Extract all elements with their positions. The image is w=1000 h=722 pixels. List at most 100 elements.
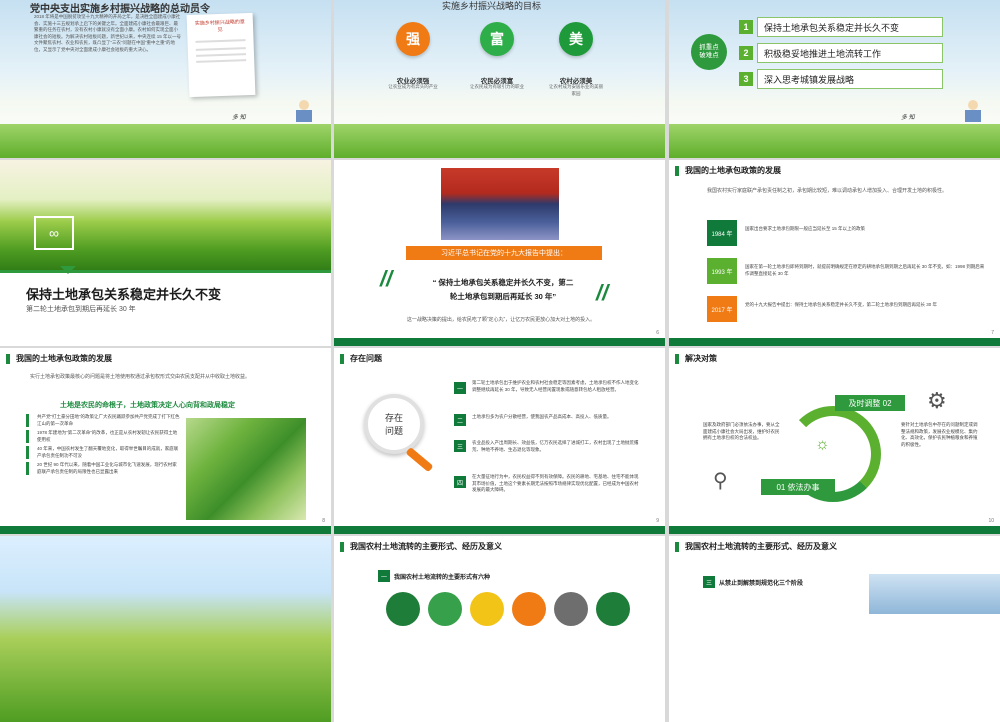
magnifier-icon: 存在 问题 (364, 394, 424, 454)
problem-number-1: 一 (454, 382, 466, 394)
problem-number-3: 三 (454, 440, 466, 452)
document-image: 实施乡村振兴战略的意见 (186, 12, 256, 98)
item-number-3: 3 (739, 72, 753, 86)
slide1-body: 2018 年将是中国脱贫攻坚十九大精神的开局之年，是决胜全面建成小康社会、实施十… (34, 14, 182, 52)
quote-mark-left: // (380, 266, 393, 291)
goal-desc-strong: 让农业成为有奔头的产业 (388, 84, 438, 89)
glass-text-1: 存在 (384, 413, 403, 423)
form-circle (470, 592, 504, 626)
page-number: 6 (656, 330, 659, 336)
slide-header: 我国农村土地流转的主要形式、经历及意义 (340, 542, 502, 552)
slide-policy-development[interactable]: 我国的土地承包政策的发展 我国农村实行家庭联产承包责任制之初，承包期比较短，难以… (669, 160, 1000, 346)
scarecrow-icon (965, 100, 981, 130)
bullet-item: 1978 年建地为“第二次革命”的改革，也正是从农村发轫让农民获得土地使用权 (26, 430, 180, 443)
bullet-item: 40 年来，中国农村发生了翻天覆地变化，取得举世瞩目的成就，家庭联产承包责任制功… (26, 446, 180, 459)
goal-desc-rich: 让农民成为有吸引力的职业 (470, 84, 524, 89)
form-circle (428, 592, 462, 626)
item-number-2: 2 (739, 46, 753, 60)
policy-2017-text: 党的十九大报告中提出：保持土地承包关系稳定并长久不变，第二轮土地承包到期后再延长… (745, 302, 938, 307)
solution-left-text: 国家及政府部门必须依法办事，要从全面建成小康社会大局出发，维护好农民拥有土地承包… (703, 422, 780, 440)
grass-strip (334, 124, 665, 158)
solution-right-text: 要针对土地承包中存在的问题制定或调整法规和政策，发展农业规模化、集约化、高效化，… (901, 422, 978, 447)
policy-intro: 我国农村实行家庭联产承包责任制之初，承包期比较短，难以调动承包人增加投入、合理开… (707, 188, 948, 194)
report-banner: 习近平总书记在党的十九大报告中提出： (406, 246, 602, 260)
badge-key-points: 抓重点 破难点 (691, 34, 727, 70)
slide1-title: 党中央支出实施乡村振兴战略的总动员令 (30, 4, 210, 15)
form-circle (554, 592, 588, 626)
field-photo (0, 536, 331, 722)
slide-solutions[interactable]: 解决对策 国家及政府部门必须依法办事，要从全面建成小康社会大局出发，维护好农民拥… (669, 348, 1000, 534)
congress-photo (441, 168, 559, 240)
grass-strip (0, 124, 331, 158)
policy-core-intro: 实行土地承包政策最核心的问题是将土地使用权通过承包权形式交由农民支配并从中收取土… (30, 374, 251, 380)
badge-text: 抓重点 破难点 (699, 44, 719, 59)
quote-line-2: 轮土地承包到期后再延长 30 年” (449, 292, 557, 301)
year-box-2017: 2017 年 (707, 296, 737, 322)
slide-village-mobilization[interactable]: 党中央支出实施乡村振兴战略的总动员令 2018 年将是中国脱贫攻坚十九大精神的开… (0, 0, 331, 158)
slide-footer (334, 338, 665, 346)
grass-strip (669, 124, 1000, 158)
policy-1984-text: 国家出台要求土地承包期限一般应当延长至 15 年以上的政策 (745, 226, 866, 231)
page-number: 9 (656, 518, 659, 524)
goal-circle-beautiful: 美 (559, 22, 593, 56)
slide-header: 存在问题 (340, 354, 382, 364)
form-circle (386, 592, 420, 626)
section-subtitle: 第二轮土地承包到期后再延长 30 年 (26, 306, 136, 313)
page-number: 10 (988, 518, 994, 524)
section-title: 保持土地承包关系稳定并长久不变 (26, 287, 222, 302)
bullet-item: 20 世纪 90 年代以来，随着中国工业化与城市化飞速发展，现行农村家庭联产承包… (26, 462, 180, 475)
problem-text-2: 土地承包多为农户分散经营，使我国农产品高成本、高投入、低质量。 (472, 414, 612, 419)
bullet-list: 共产党“打土豪分田地”的政策让广大农民踊跃参加共产党完成了打下红色江山的第一次革… (26, 414, 180, 475)
policy-1993-text: 国家在第一轮土地承包即将到期时，就提前明确规定在原定的耕地承包期到期之后再延长 … (745, 264, 985, 276)
item-text-2: 积极稳妥地推进土地流转工作 (757, 43, 943, 63)
sub-heading: 从禁止到解禁到规范化三个阶段 (719, 581, 804, 587)
sub-heading: 我国农村土地流转的主要形式有六种 (394, 575, 491, 581)
terraced-fields-photo (186, 418, 306, 520)
goal-circle-rich: 富 (480, 22, 514, 56)
slide-header: 解决对策 (675, 354, 717, 364)
item-number-1: 1 (739, 20, 753, 34)
gear-icon: ⚙ (927, 388, 947, 413)
document-label: 实施乡村振兴战略的意见 (194, 19, 245, 34)
slide-footer (334, 526, 665, 534)
item-text-1: 保持土地承包关系稳定并长久不变 (757, 17, 943, 37)
bullet-item: 共产党“打土豪分田地”的政策让广大农民踊跃参加共产党完成了打下红色江山的第一次革… (26, 414, 180, 427)
slide2-title: 实施乡村振兴战略的目标 (442, 1, 542, 11)
landscape-photo (869, 574, 1000, 614)
slide-section-field[interactable] (0, 536, 331, 722)
problem-number-2: 二 (454, 414, 466, 426)
search-icon: ⚲ (713, 470, 728, 492)
slide-report-quote[interactable]: 习近平总书记在党的十九大报告中提出： // // “ 保持土地承包关系稳定并长久… (334, 160, 665, 346)
slide3-signature: 多 知 (901, 115, 915, 121)
quote-commentary: 这一战略决策的提出，给农民吃了颗“定心丸”，让亿万农民更放心加大对土地的投入。 (406, 317, 596, 323)
page-number: 7 (991, 330, 994, 336)
slide-footer (0, 526, 331, 534)
slide-land-transfer-forms[interactable]: 我国农村土地流转的主要形式、经历及意义 一 我国农村土地流转的主要形式有六种 (334, 536, 665, 722)
goal-desc-beautiful: 让农村成为安居乐业的美丽家园 (549, 84, 603, 96)
slide-header: 我国的土地承包政策的发展 (675, 166, 781, 176)
slide-footer (669, 338, 1000, 346)
problem-number-4: 四 (454, 476, 466, 488)
year-box-1993: 1993 年 (707, 258, 737, 284)
slide-key-points[interactable]: 抓重点 破难点 1 保持土地承包关系稳定并长久不变 2 积极稳妥地推进土地流转工… (669, 0, 1000, 158)
item-text-3: 深入思考城镇发展战略 (757, 69, 943, 89)
form-circle (512, 592, 546, 626)
slide-revitalization-goals[interactable]: 实施乡村振兴战略的目标 强 富 美 农业必须强 农民必须富 农村必须美 让农业成… (334, 0, 665, 158)
lightbulb-icon: ☼ (815, 436, 830, 453)
problem-text-1: 第二轮土地承包出于维护农业和农村社会稳定等因素考虑，土地承包权不作人地变化调整继… (472, 380, 639, 392)
slide-policy-core[interactable]: 我国的土地承包政策的发展 实行土地承包政策最核心的问题是将土地使用权通过承包权形… (0, 348, 331, 534)
label-adjust: 及时调整 02 (835, 395, 905, 411)
glass-text-2: 问题 (384, 426, 403, 436)
section-divider (0, 270, 331, 273)
slide-existing-problems[interactable]: 存在问题 存在 问题 一 第二轮土地承包出于维护农业和农村社会稳定等因素考虑，土… (334, 348, 665, 534)
form-circle (596, 592, 630, 626)
slide-land-transfer-stages[interactable]: 我国农村土地流转的主要形式、经历及意义 三 从禁止到解禁到规范化三个阶段 (669, 536, 1000, 722)
policy-highlight: 土地是农民的命根子，土地政策决定人心向背和政局稳定 (60, 402, 235, 409)
sub-number: 一 (378, 570, 390, 582)
section-icon-frame: ∞ (34, 216, 74, 250)
sub-number: 三 (703, 576, 715, 588)
goal-circle-strong: 强 (396, 22, 430, 56)
scarecrow-icon (296, 100, 312, 130)
slide-section-land-contract[interactable]: ∞ 保持土地承包关系稳定并长久不变 第二轮土地承包到期后再延长 30 年 (0, 160, 331, 346)
slide1-signature: 多 知 (232, 115, 246, 121)
